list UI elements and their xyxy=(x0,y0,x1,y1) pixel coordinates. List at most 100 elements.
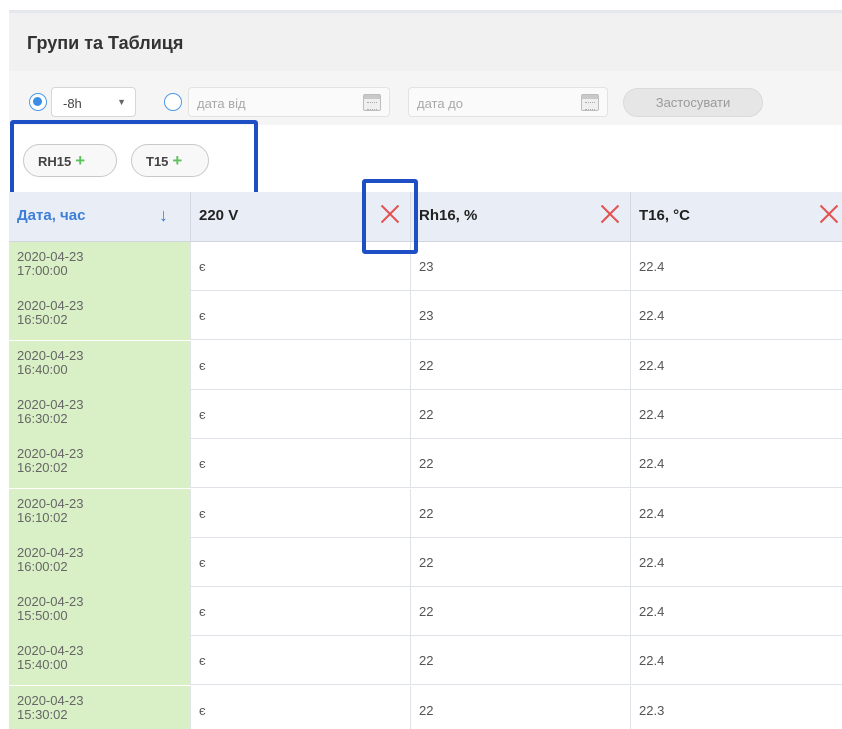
calendar-icon[interactable] xyxy=(581,94,599,111)
cell-220v: є xyxy=(191,587,411,637)
date-text: 2020-04-23 xyxy=(17,594,84,610)
cell-value: є xyxy=(199,259,206,274)
column-header-label: Rh16, % xyxy=(419,207,478,224)
cell-value: 22.4 xyxy=(639,406,665,422)
column-header-t16[interactable]: T16, °C xyxy=(631,192,842,242)
caret-down-icon: ▼ xyxy=(117,97,126,107)
cell-rh16: 23 xyxy=(411,291,631,341)
date-time-text: 2020-04-23 16:50:02 xyxy=(17,299,84,327)
date-time-text: 2020-04-23 16:30:02 xyxy=(17,397,84,426)
cell-value: 22.4 xyxy=(639,604,665,620)
cell-value: є xyxy=(199,604,206,620)
column-header-date[interactable]: Дата, час ↓ xyxy=(9,192,191,242)
date-time-cell: 2020-04-23 16:30:02 xyxy=(9,389,191,439)
date-text: 2020-04-23 xyxy=(17,446,84,462)
cell-t16: 22.4 xyxy=(631,489,842,538)
cell-value: 22 xyxy=(419,604,434,620)
cell-220v: є xyxy=(191,537,411,587)
cell-value: 22.4 xyxy=(639,554,665,570)
date-time-text: 2020-04-23 17:00:00 xyxy=(17,250,84,278)
cell-t16: 22.4 xyxy=(631,587,842,636)
absolute-range-radio[interactable] xyxy=(164,93,182,111)
time-text: 15:30:02 xyxy=(17,706,68,722)
cell-220v: є xyxy=(191,636,411,686)
time-text: 15:40:00 xyxy=(17,657,68,673)
date-time-cell: 2020-04-23 15:40:00 xyxy=(9,636,191,686)
cell-value: є xyxy=(199,357,206,373)
time-text: 15:50:00 xyxy=(17,608,68,624)
table-row[interactable]: 2020-04-23 16:20:02 є 22 22.4 xyxy=(9,439,842,489)
panel-header: Групи та Таблиця xyxy=(9,13,842,71)
date-time-cell: 2020-04-23 16:40:00 xyxy=(9,340,191,390)
cell-220v: є xyxy=(191,291,411,341)
date-time-cell: 2020-04-23 16:20:02 xyxy=(9,439,191,489)
date-time-text: 2020-04-23 16:40:00 xyxy=(17,347,84,377)
cell-value: є xyxy=(199,554,206,570)
calendar-icon[interactable] xyxy=(363,94,381,111)
cell-value: 22 xyxy=(419,702,434,718)
date-time-text: 2020-04-23 15:30:02 xyxy=(17,692,84,722)
cell-220v: є xyxy=(191,488,411,538)
cell-rh16: 22 xyxy=(411,685,631,729)
date-to-input[interactable]: дата до xyxy=(408,87,608,117)
table-row[interactable]: 2020-04-23 15:30:02 є 22 22.3 xyxy=(9,685,842,729)
table-row[interactable]: 2020-04-23 16:50:02 є 23 22.4 xyxy=(9,291,842,341)
cell-value: 22 xyxy=(419,357,434,373)
time-text: 16:50:02 xyxy=(17,312,68,328)
time-text: 16:40:00 xyxy=(17,361,68,377)
cell-value: є xyxy=(199,505,206,521)
range-select[interactable]: -8h ▼ xyxy=(51,87,136,117)
cell-value: 22 xyxy=(419,505,434,521)
filter-bar: -8h ▼ дата від дата до Застосувати xyxy=(9,71,842,125)
relative-range-radio[interactable] xyxy=(29,93,47,111)
table-header-row: Дата, час ↓ 220 V Rh16, % T16, °C xyxy=(9,192,842,242)
table-row[interactable]: 2020-04-23 17:00:00 є 23 22.4 xyxy=(9,242,842,291)
cell-t16: 22.4 xyxy=(631,439,842,488)
table-row[interactable]: 2020-04-23 16:00:02 є 22 22.4 xyxy=(9,537,842,587)
cell-value: є xyxy=(199,653,206,669)
range-select-value: -8h xyxy=(63,96,82,111)
cell-value: 22 xyxy=(419,554,434,570)
table-row[interactable]: 2020-04-23 15:40:00 є 22 22.4 xyxy=(9,636,842,686)
cell-t16: 22.4 xyxy=(631,636,842,685)
tags-highlight-box xyxy=(10,120,258,198)
cell-value: 22.4 xyxy=(639,308,665,324)
date-time-cell: 2020-04-23 16:00:02 xyxy=(9,537,191,587)
column-header-label: Дата, час xyxy=(17,207,86,224)
column-remove-highlight-box xyxy=(362,179,418,254)
date-time-text: 2020-04-23 15:40:00 xyxy=(17,644,84,672)
date-time-text: 2020-04-23 16:10:02 xyxy=(17,496,84,525)
date-text: 2020-04-23 xyxy=(17,692,84,708)
cell-t16: 22.4 xyxy=(631,291,842,340)
date-text: 2020-04-23 xyxy=(17,643,84,659)
table-row[interactable]: 2020-04-23 16:30:02 є 22 22.4 xyxy=(9,389,842,439)
table-row[interactable]: 2020-04-23 16:10:02 є 22 22.4 xyxy=(9,488,842,538)
date-time-text: 2020-04-23 15:50:00 xyxy=(17,595,84,623)
cell-value: 22.4 xyxy=(639,653,665,669)
cell-rh16: 22 xyxy=(411,389,631,439)
cell-t16: 22.4 xyxy=(631,538,842,587)
date-time-text: 2020-04-23 16:00:02 xyxy=(17,545,84,574)
cell-value: 23 xyxy=(419,308,434,324)
cell-t16: 22.4 xyxy=(631,390,842,439)
cell-t16: 22.4 xyxy=(631,341,842,390)
date-text: 2020-04-23 xyxy=(17,347,84,363)
date-from-input[interactable]: дата від xyxy=(188,87,390,117)
arrow-down-icon[interactable]: ↓ xyxy=(159,205,168,226)
table-row[interactable]: 2020-04-23 15:50:00 є 22 22.4 xyxy=(9,587,842,637)
apply-button[interactable]: Застосувати xyxy=(623,88,763,117)
cell-rh16: 22 xyxy=(411,537,631,587)
time-text: 16:30:02 xyxy=(17,410,68,426)
date-to-placeholder: дата до xyxy=(417,96,463,111)
time-text: 16:10:02 xyxy=(17,509,68,525)
close-icon[interactable] xyxy=(599,202,621,224)
close-icon[interactable] xyxy=(818,202,840,224)
table-row[interactable]: 2020-04-23 16:40:00 є 22 22.4 xyxy=(9,340,842,390)
cell-rh16: 22 xyxy=(411,439,631,489)
column-header-rh16[interactable]: Rh16, % xyxy=(411,192,631,242)
cell-value: 23 xyxy=(419,259,434,274)
cell-value: 22 xyxy=(419,406,434,422)
cell-t16: 22.3 xyxy=(631,686,842,729)
page-title: Групи та Таблиця xyxy=(27,33,184,53)
date-time-cell: 2020-04-23 16:50:02 xyxy=(9,291,191,341)
